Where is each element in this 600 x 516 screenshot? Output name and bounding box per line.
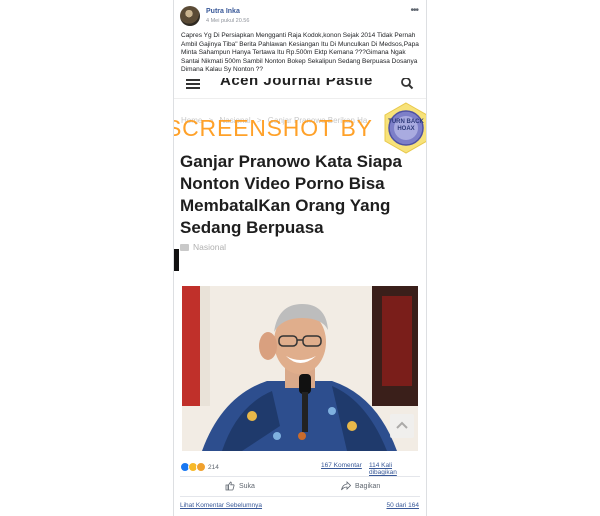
reaction-summary[interactable]: 214 xyxy=(180,462,219,472)
turnbackhoax-badge-icon: TURN BACK HOAX xyxy=(383,102,426,154)
edge-marker xyxy=(174,249,179,271)
badge-text: TURN BACK HOAX xyxy=(388,119,424,132)
site-header-bar: Aceh Journal Pastie xyxy=(174,78,426,99)
comments-count-link[interactable]: 167 Komentar xyxy=(321,462,362,469)
folder-icon xyxy=(180,244,189,252)
hamburger-menu-icon xyxy=(186,79,200,89)
shared-screenshot-image[interactable]: Aceh Journal Pastie Home > Nasional > Ga… xyxy=(174,78,426,456)
facebook-post: Putra Inka 4 Mei pukul 20.56 ••• Capres … xyxy=(173,0,427,516)
scroll-to-top-button[interactable] xyxy=(390,414,414,438)
like-label: Suka xyxy=(239,482,255,490)
share-arrow-icon xyxy=(341,481,351,491)
site-name: Aceh Journal Pastie xyxy=(220,78,373,89)
article-photo xyxy=(182,286,418,451)
article-headline: Ganjar Pranowo Kata Siapa Nonton Video P… xyxy=(180,152,403,237)
thumbs-up-icon xyxy=(225,481,235,491)
comment-pagination-count: 50 dari 164 xyxy=(386,502,419,509)
shares-count-link[interactable]: 114 Kali dibagikan xyxy=(369,462,420,476)
avatar[interactable] xyxy=(180,6,200,26)
category-label: Nasional xyxy=(193,242,227,252)
reaction-count: 214 xyxy=(208,463,219,471)
view-previous-comments-link[interactable]: Lihat Komentar Sebelumnya xyxy=(180,502,262,509)
wow-reaction-icon xyxy=(196,462,206,472)
post-stats: 214 167 Komentar 114 Kali dibagikan xyxy=(180,462,420,476)
post-caption: Capres Yg Di Persiapkan Mengganti Raja K… xyxy=(181,32,419,74)
divider xyxy=(180,476,420,477)
author-name[interactable]: Putra Inka xyxy=(206,8,240,15)
search-icon xyxy=(401,78,414,90)
article-category: Nasional xyxy=(180,242,226,252)
post-header: Putra Inka 4 Mei pukul 20.56 ••• xyxy=(180,5,420,28)
share-label: Bagikan xyxy=(355,482,381,490)
more-horizontal-icon[interactable]: ••• xyxy=(410,5,418,16)
share-button[interactable]: Bagikan xyxy=(341,481,380,491)
post-actions: Suka Bagikan xyxy=(174,478,426,494)
watermark-text: SCREENSHOT BY xyxy=(174,115,373,141)
post-timestamp[interactable]: 4 Mei pukul 20.56 xyxy=(206,18,249,24)
divider xyxy=(180,496,420,497)
like-button[interactable]: Suka xyxy=(225,481,255,491)
